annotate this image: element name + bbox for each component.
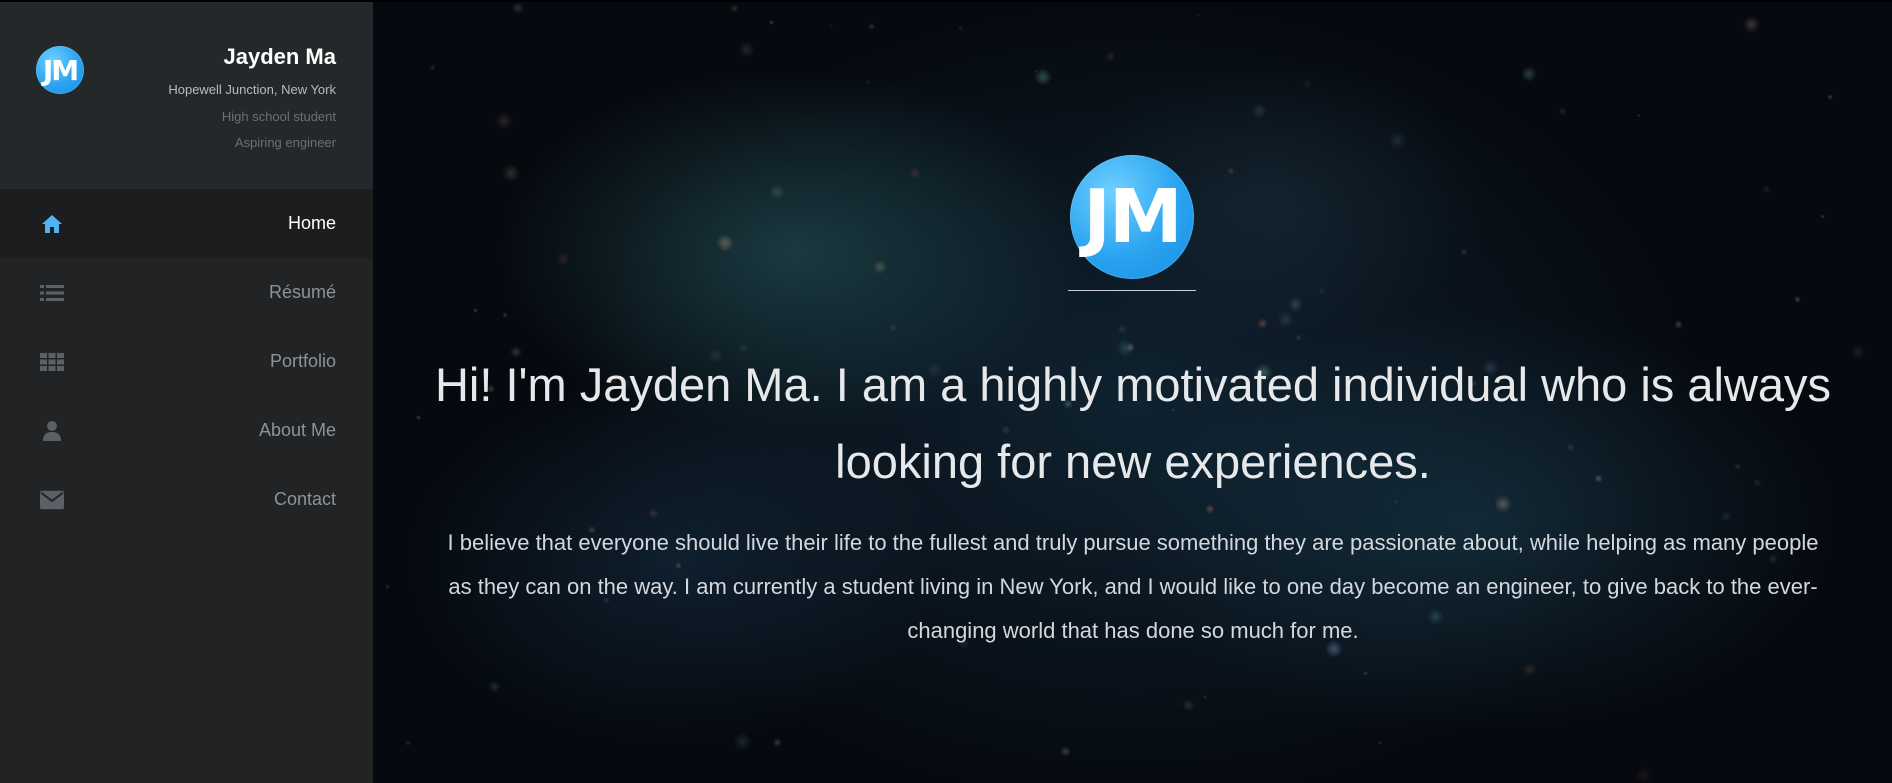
bokeh-dot [385,584,390,589]
bokeh-dot [1378,741,1383,746]
bokeh-dot [1827,94,1833,100]
list-icon [40,283,64,303]
user-icon [40,420,64,441]
bokeh-dot [730,4,740,14]
bokeh-dot [1182,699,1195,712]
bokeh-dot [769,184,786,201]
bokeh-dot [1105,51,1116,62]
bokeh-dot [1203,695,1207,699]
sidebar-item-label: Portfolio [269,351,336,371]
bokeh-dot [873,260,888,275]
bokeh-dot [648,508,660,520]
sidebar-item-portfolio[interactable]: Portfolio [0,327,373,396]
sidebar-nav: Home Résumé Portfolio About Me Contact [0,189,373,534]
avatar-logo[interactable]: JM [36,46,84,94]
bokeh-dot [1302,78,1313,89]
bokeh-dot [495,112,514,131]
bokeh-dot [889,323,899,333]
sidebar-item-home[interactable]: Home [0,189,373,258]
bokeh-dot [1295,334,1303,342]
bokeh-dot [1318,287,1326,295]
bokeh-dot [473,308,478,313]
bokeh-dot [512,2,525,15]
bokeh-dot [1257,318,1269,330]
bokeh-dot [1460,248,1468,256]
envelope-icon [40,490,64,510]
sidebar-item-label: Home [287,213,336,233]
sidebar: JM Jayden Ma Hopewell Junction, New York… [0,0,373,783]
bokeh-dot [1794,296,1801,303]
hero-section: JM Hi! I'm Jayden Ma. I am a highly moti… [373,0,1892,783]
profile-tagline: Aspiring engineer [234,135,336,150]
bokeh-dot [1394,500,1399,505]
bokeh-dot [1034,70,1038,74]
bokeh-dot [829,24,834,29]
home-icon [40,214,64,234]
bokeh-dot [769,20,774,25]
grid-icon [40,352,64,372]
sidebar-item-contact[interactable]: Contact [0,465,373,534]
profile-tagline: High school student [221,109,336,124]
bokeh-dot [909,167,921,179]
hero-heading: Hi! I'm Jayden Ma. I am a highly motivat… [434,358,1832,488]
sidebar-item-label: Contact [273,489,336,509]
bokeh-dot [1288,297,1303,312]
bokeh-dot [488,680,502,694]
bokeh-dot [716,234,735,253]
profile-name: Jayden Ma [223,44,337,69]
bokeh-dot [1227,167,1235,175]
profile-location: Hopewell Junction, New York [168,82,336,97]
bokeh-dot [1521,66,1537,82]
bokeh-dot [1635,767,1652,783]
profile-header: JM Jayden Ma Hopewell Junction, New York… [0,2,373,189]
bokeh-dot [1762,185,1771,194]
bokeh-dot [1522,662,1537,677]
bokeh-dot [1820,214,1826,220]
bokeh-dot [1117,324,1128,335]
bokeh-dot [1558,107,1567,116]
bokeh-dot [773,738,783,748]
bokeh-dot [429,64,436,71]
bokeh-dot [958,26,963,31]
bokeh-dot [405,740,412,747]
bokeh-dot [1034,68,1052,86]
bokeh-dot [1363,671,1369,677]
bokeh-dot [868,23,875,30]
bokeh-dot [416,415,422,421]
bokeh-dot [1743,16,1760,33]
bokeh-dot [733,732,752,751]
bokeh-dot [865,80,871,86]
bokeh-dot [556,252,571,267]
bokeh-dot [1205,504,1216,515]
bokeh-dot [1060,746,1071,757]
bokeh-dot [1388,131,1407,150]
sidebar-item-label: Résumé [268,282,336,302]
bokeh-dot [1674,320,1684,330]
bokeh-dot [1197,14,1201,18]
hero-paragraph: I believe that everyone should live thei… [447,530,1819,643]
bokeh-dot [1251,103,1267,119]
bokeh-dot [502,312,508,318]
hero-logo: JM [1070,155,1194,279]
sidebar-item-about-me[interactable]: About Me [0,396,373,465]
app-window: JM Jayden Ma Hopewell Junction, New York… [0,0,1892,783]
bokeh-dot [1637,114,1641,118]
hero-divider [1068,290,1196,291]
bokeh-dot [502,164,521,183]
sidebar-item-label: About Me [258,420,336,440]
bokeh-dot [738,41,756,59]
sidebar-item-resume[interactable]: Résumé [0,258,373,327]
bokeh-dot [1851,345,1865,359]
bokeh-dot [1277,311,1295,329]
